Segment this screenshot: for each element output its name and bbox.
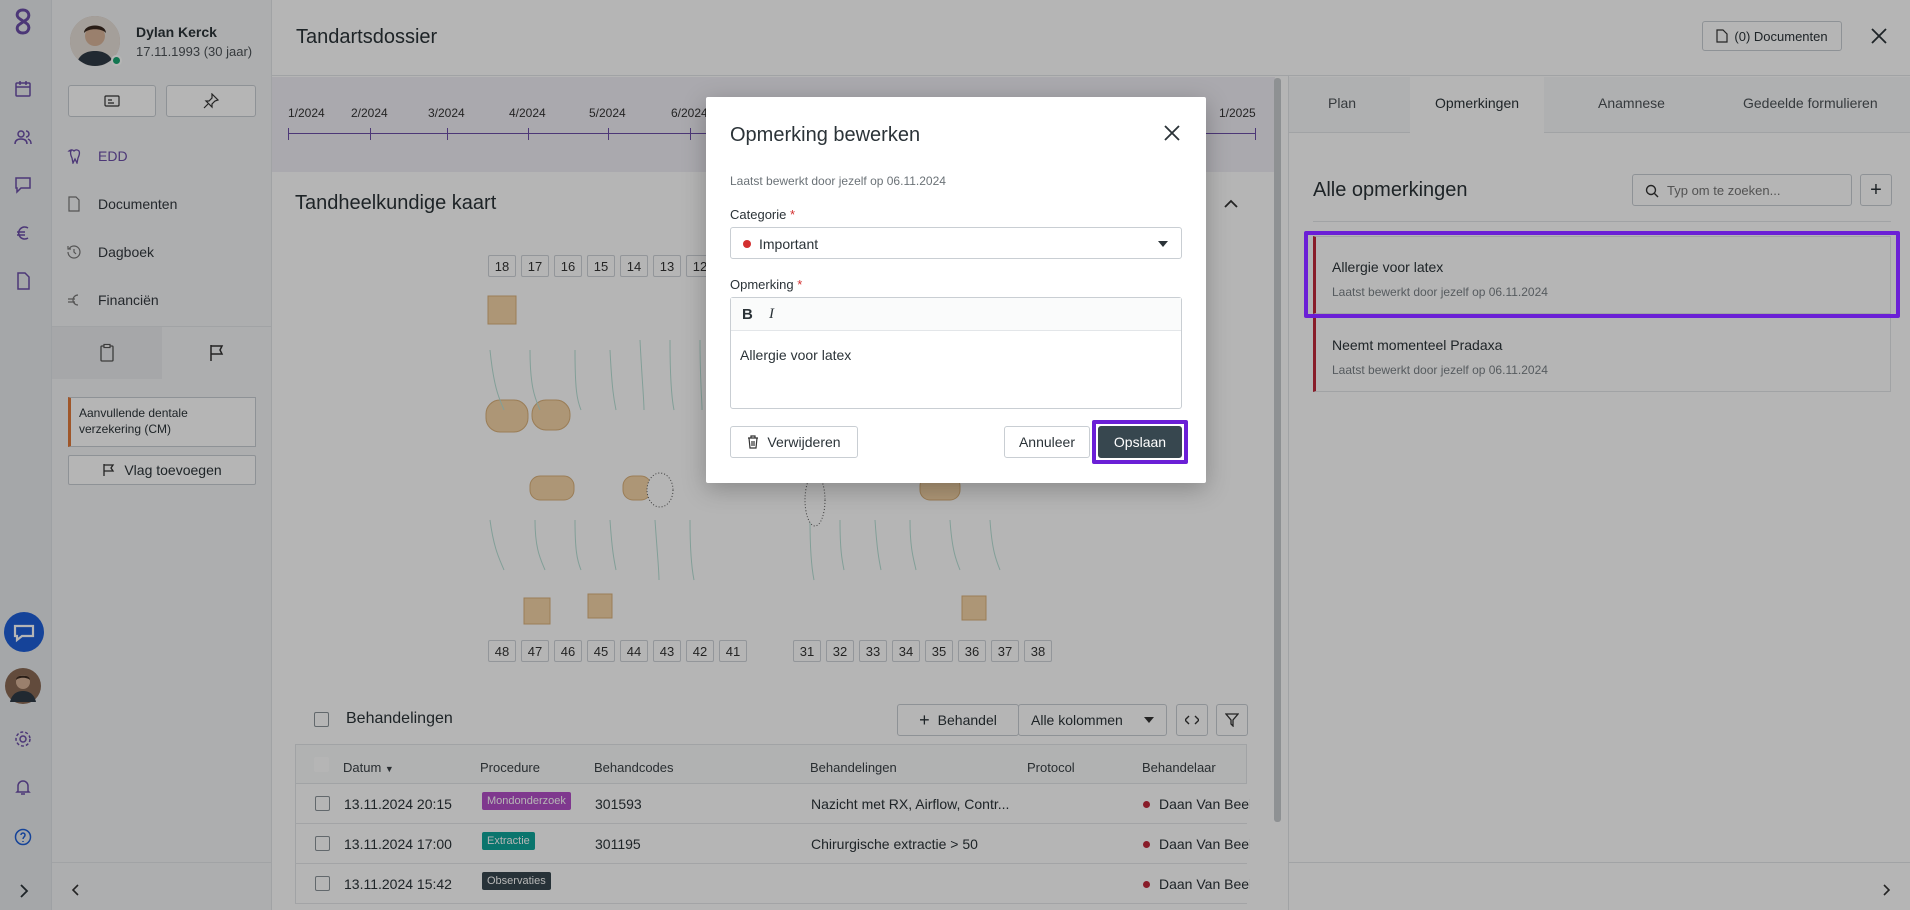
required-mark: *	[797, 277, 803, 292]
note-label: Opmerking *	[730, 277, 802, 292]
note-textarea[interactable]: Allergie voor latex	[740, 347, 851, 363]
delete-button-label: Verwijderen	[767, 434, 841, 450]
italic-button[interactable]: I	[769, 306, 774, 323]
save-highlight	[1092, 420, 1188, 464]
note-label-text: Opmerking	[730, 277, 794, 292]
note-editor[interactable]: B I Allergie voor latex	[730, 297, 1182, 409]
bold-button[interactable]: B	[742, 306, 753, 323]
required-mark: *	[790, 207, 796, 222]
category-label: Categorie *	[730, 207, 795, 222]
editor-toolbar	[731, 298, 1181, 331]
category-select[interactable]: Important	[730, 227, 1182, 259]
important-dot-icon	[743, 240, 751, 248]
category-value: Important	[759, 236, 819, 252]
cancel-button[interactable]: Annuleer	[1004, 426, 1090, 458]
modal-meta: Laatst bewerkt door jezelf op 06.11.2024	[730, 174, 946, 188]
note-highlight	[1304, 231, 1900, 318]
category-label-text: Categorie	[730, 207, 787, 222]
modal-title: Opmerking bewerken	[730, 124, 921, 146]
delete-button[interactable]: Verwijderen	[730, 426, 858, 458]
close-icon[interactable]	[1163, 124, 1181, 142]
trash-icon	[748, 435, 759, 449]
caret-down-icon	[1158, 241, 1168, 247]
